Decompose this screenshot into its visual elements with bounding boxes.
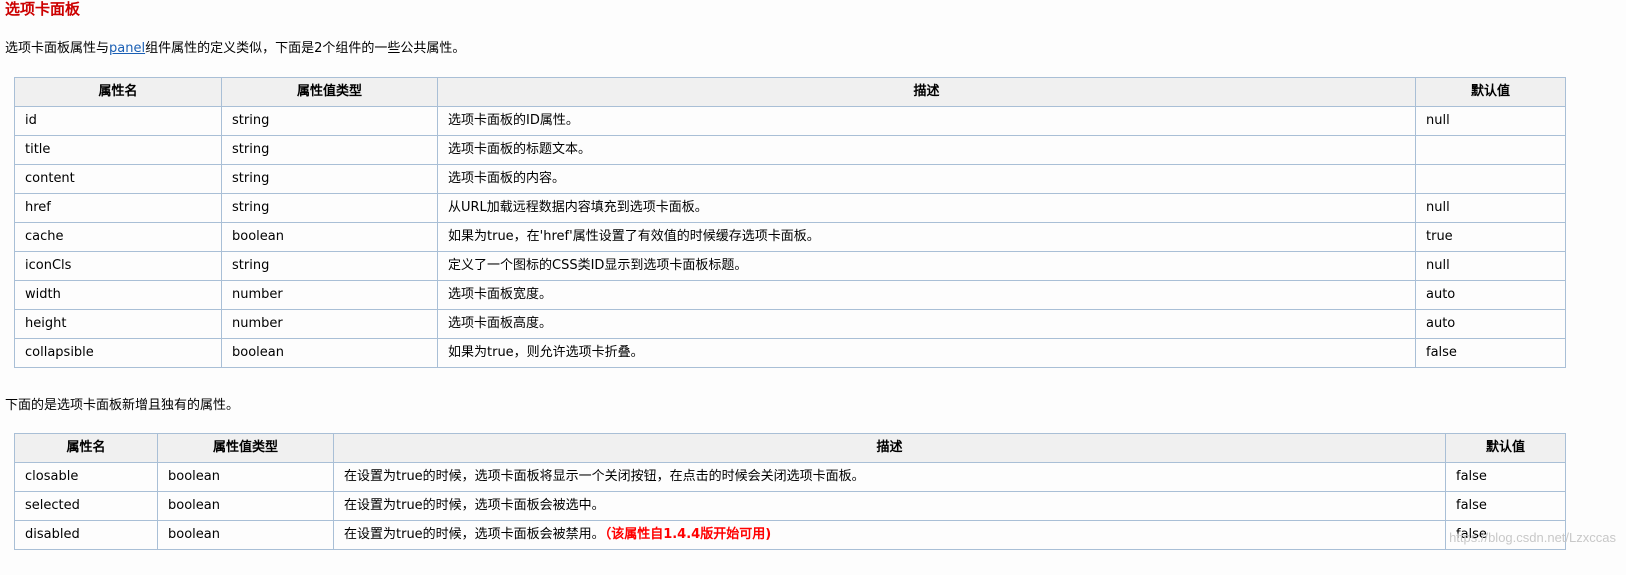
cell-type: boolean	[157, 491, 334, 521]
table-row: title string 选项卡面板的标题文本。	[14, 135, 1566, 165]
column-header-description: 描述	[333, 433, 1446, 463]
watermark: https://blog.csdn.net/Lzxccas	[1449, 530, 1616, 545]
cell-description: 从URL加载远程数据内容填充到选项卡面板。	[437, 193, 1416, 223]
table-row: iconCls string 定义了一个图标的CSS类ID显示到选项卡面板标题。…	[14, 251, 1566, 281]
cell-description-text: 在设置为true的时候，选项卡面板会被禁用。	[344, 527, 605, 542]
page-title: 选项卡面板	[5, 0, 81, 18]
cell-name: href	[14, 193, 222, 223]
common-properties-table: 属性名 属性值类型 描述 默认值 id string 选项卡面板的ID属性。 n…	[14, 77, 1566, 368]
cell-name: width	[14, 280, 222, 310]
column-header-description: 描述	[437, 77, 1416, 107]
cell-type: string	[221, 193, 438, 223]
table-row: id string 选项卡面板的ID属性。 null	[14, 106, 1566, 136]
column-header-type: 属性值类型	[157, 433, 334, 463]
cell-type: string	[221, 251, 438, 281]
cell-name: height	[14, 309, 222, 339]
intro-text-after: 组件属性的定义类似，下面是2个组件的一些公共属性。	[145, 41, 466, 56]
cell-default	[1415, 164, 1566, 194]
cell-default: null	[1415, 106, 1566, 136]
cell-type: string	[221, 106, 438, 136]
cell-type: string	[221, 135, 438, 165]
cell-description: 在设置为true的时候，选项卡面板将显示一个关闭按钮，在点击的时候会关闭选项卡面…	[333, 462, 1446, 492]
cell-name: content	[14, 164, 222, 194]
cell-description: 选项卡面板的ID属性。	[437, 106, 1416, 136]
table-row: collapsible boolean 如果为true，则允许选项卡折叠。 fa…	[14, 338, 1566, 368]
cell-name: closable	[14, 462, 158, 492]
column-header-default: 默认值	[1415, 77, 1566, 107]
cell-name: collapsible	[14, 338, 222, 368]
column-header-name: 属性名	[14, 433, 158, 463]
cell-type: boolean	[221, 338, 438, 368]
cell-name: title	[14, 135, 222, 165]
cell-description: 选项卡面板宽度。	[437, 280, 1416, 310]
table-row: height number 选项卡面板高度。 auto	[14, 309, 1566, 339]
cell-name: selected	[14, 491, 158, 521]
intro-text-before: 选项卡面板属性与	[5, 41, 110, 56]
table-row: disabled boolean 在设置为true的时候，选项卡面板会被禁用。（…	[14, 520, 1566, 550]
cell-default	[1415, 135, 1566, 165]
table-row: width number 选项卡面板宽度。 auto	[14, 280, 1566, 310]
column-header-default: 默认值	[1445, 433, 1566, 463]
cell-type: number	[221, 280, 438, 310]
cell-description: 如果为true，则允许选项卡折叠。	[437, 338, 1416, 368]
table-row: cache boolean 如果为true，在'href'属性设置了有效值的时候…	[14, 222, 1566, 252]
table-row: selected boolean 在设置为true的时候，选项卡面板会被选中。 …	[14, 491, 1566, 521]
cell-default: false	[1415, 338, 1566, 368]
cell-type: boolean	[221, 222, 438, 252]
cell-name: cache	[14, 222, 222, 252]
cell-type: boolean	[157, 520, 334, 550]
table-row: closable boolean 在设置为true的时候，选项卡面板将显示一个关…	[14, 462, 1566, 492]
cell-default: auto	[1415, 280, 1566, 310]
cell-type: number	[221, 309, 438, 339]
cell-default: true	[1415, 222, 1566, 252]
cell-description: 选项卡面板的内容。	[437, 164, 1416, 194]
cell-name: id	[14, 106, 222, 136]
column-header-type: 属性值类型	[221, 77, 438, 107]
unique-properties-table: 属性名 属性值类型 描述 默认值 closable boolean 在设置为tr…	[14, 433, 1566, 550]
cell-description: 在设置为true的时候，选项卡面板会被选中。	[333, 491, 1446, 521]
cell-description: 如果为true，在'href'属性设置了有效值的时候缓存选项卡面板。	[437, 222, 1416, 252]
cell-default: false	[1445, 462, 1566, 492]
intro-paragraph: 选项卡面板属性与panel组件属性的定义类似，下面是2个组件的一些公共属性。	[5, 40, 465, 58]
version-note: （该属性自1.4.4版开始可用)	[604, 527, 772, 542]
cell-description: 选项卡面板的标题文本。	[437, 135, 1416, 165]
table-header-row: 属性名 属性值类型 描述 默认值	[14, 77, 1566, 107]
cell-default: null	[1415, 251, 1566, 281]
cell-name: iconCls	[14, 251, 222, 281]
cell-description: 选项卡面板高度。	[437, 309, 1416, 339]
unique-properties-intro: 下面的是选项卡面板新增且独有的属性。	[5, 398, 240, 413]
panel-link[interactable]: panel	[109, 41, 145, 56]
cell-type: string	[221, 164, 438, 194]
table-header-row: 属性名 属性值类型 描述 默认值	[14, 433, 1566, 463]
column-header-name: 属性名	[14, 77, 222, 107]
cell-description: 定义了一个图标的CSS类ID显示到选项卡面板标题。	[437, 251, 1416, 281]
cell-default: false	[1445, 491, 1566, 521]
cell-type: boolean	[157, 462, 334, 492]
table-row: content string 选项卡面板的内容。	[14, 164, 1566, 194]
cell-description: 在设置为true的时候，选项卡面板会被禁用。（该属性自1.4.4版开始可用)	[333, 520, 1446, 550]
cell-default: auto	[1415, 309, 1566, 339]
cell-default: null	[1415, 193, 1566, 223]
cell-name: disabled	[14, 520, 158, 550]
table-row: href string 从URL加载远程数据内容填充到选项卡面板。 null	[14, 193, 1566, 223]
